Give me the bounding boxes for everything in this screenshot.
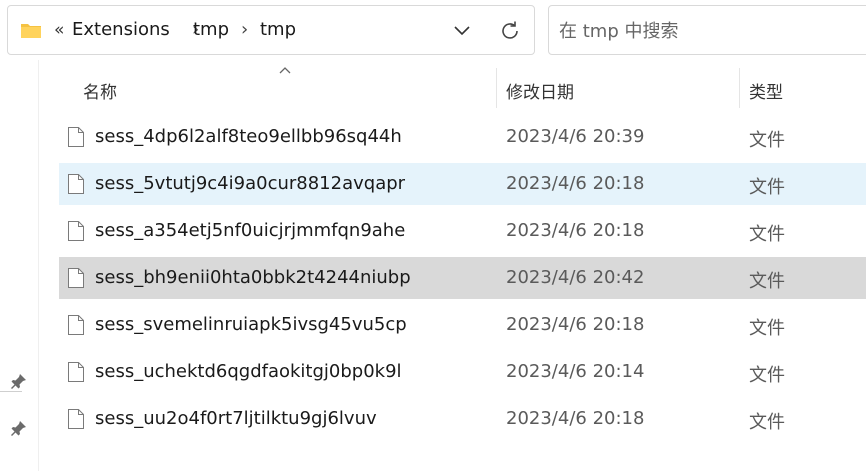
file-row[interactable]: sess_uchektd6qgdfaokitgj0bp0k9l 2023/4/6 … <box>59 351 866 393</box>
file-type: 文件 <box>749 224 785 245</box>
breadcrumb-extensions[interactable]: Extensions <box>72 19 170 40</box>
column-header-name[interactable]: 名称 <box>83 78 117 103</box>
file-type: 文件 <box>749 177 785 198</box>
file-name: sess_a354etj5nf0uicjrjmmfqn9ahe <box>95 220 406 241</box>
file-type: 文件 <box>749 271 785 292</box>
file-name: sess_4dp6l2alf8teo9ellbb96sq44h <box>95 126 402 147</box>
file-icon <box>68 221 84 241</box>
file-name: sess_uchektd6qgdfaokitgj0bp0k9l <box>95 361 402 382</box>
file-icon <box>68 127 84 147</box>
file-date-modified: 2023/4/6 20:39 <box>506 126 645 147</box>
pin-icon[interactable] <box>10 419 28 437</box>
breadcrumb-tmp-1[interactable]: tmp <box>193 19 229 40</box>
navigation-pane[interactable] <box>0 60 38 471</box>
search-box[interactable] <box>548 5 866 55</box>
column-header-date-modified[interactable]: 修改日期 <box>506 78 574 103</box>
breadcrumb-overflow[interactable]: « <box>54 20 64 40</box>
address-bar[interactable]: « Extensions › tmp › tmp <box>7 5 535 55</box>
chevron-down-icon[interactable] <box>451 19 473 41</box>
file-row[interactable]: sess_5vtutj9c4i9a0cur8812avqapr 2023/4/6 … <box>59 163 866 205</box>
column-header-type[interactable]: 类型 <box>749 78 783 103</box>
file-icon <box>68 174 84 194</box>
file-icon <box>68 409 84 429</box>
file-date-modified: 2023/4/6 20:14 <box>506 361 645 382</box>
file-date-modified: 2023/4/6 20:18 <box>506 173 645 194</box>
file-row[interactable]: sess_bh9enii0hta0bbk2t4244niubp 2023/4/6 … <box>59 257 866 299</box>
file-icon <box>68 268 84 288</box>
column-divider[interactable] <box>496 68 497 108</box>
file-name: sess_5vtutj9c4i9a0cur8812avqapr <box>95 173 406 194</box>
file-name: sess_svemelinruiapk5ivsg45vu5cp <box>95 314 407 335</box>
refresh-icon[interactable] <box>498 19 522 43</box>
pin-icon[interactable] <box>10 372 28 390</box>
file-row[interactable]: sess_uu2o4f0rt7ljtilktu9gj6lvuv 2023/4/6 … <box>59 398 866 440</box>
folder-icon <box>21 24 41 38</box>
file-date-modified: 2023/4/6 20:42 <box>506 267 645 288</box>
column-divider[interactable] <box>739 68 740 108</box>
file-type: 文件 <box>749 365 785 386</box>
file-icon <box>68 315 84 335</box>
file-type: 文件 <box>749 130 785 151</box>
file-date-modified: 2023/4/6 20:18 <box>506 314 645 335</box>
breadcrumb-separator[interactable]: › <box>241 19 248 40</box>
file-type: 文件 <box>749 412 785 433</box>
file-name: sess_uu2o4f0rt7ljtilktu9gj6lvuv <box>95 408 377 429</box>
file-name: sess_bh9enii0hta0bbk2t4244niubp <box>95 267 411 288</box>
search-input[interactable] <box>559 19 859 43</box>
file-row[interactable]: sess_4dp6l2alf8teo9ellbb96sq44h 2023/4/6 … <box>59 116 866 158</box>
breadcrumb-tmp-2[interactable]: tmp <box>260 19 296 40</box>
pane-divider <box>38 60 39 471</box>
file-type: 文件 <box>749 318 785 339</box>
file-icon <box>68 362 84 382</box>
sort-ascending-icon <box>279 67 291 74</box>
file-row[interactable]: sess_svemelinruiapk5ivsg45vu5cp 2023/4/6 … <box>59 304 866 346</box>
nav-divider <box>0 391 22 392</box>
file-date-modified: 2023/4/6 20:18 <box>506 220 645 241</box>
file-row[interactable]: sess_a354etj5nf0uicjrjmmfqn9ahe 2023/4/6 … <box>59 210 866 252</box>
file-date-modified: 2023/4/6 20:18 <box>506 408 645 429</box>
